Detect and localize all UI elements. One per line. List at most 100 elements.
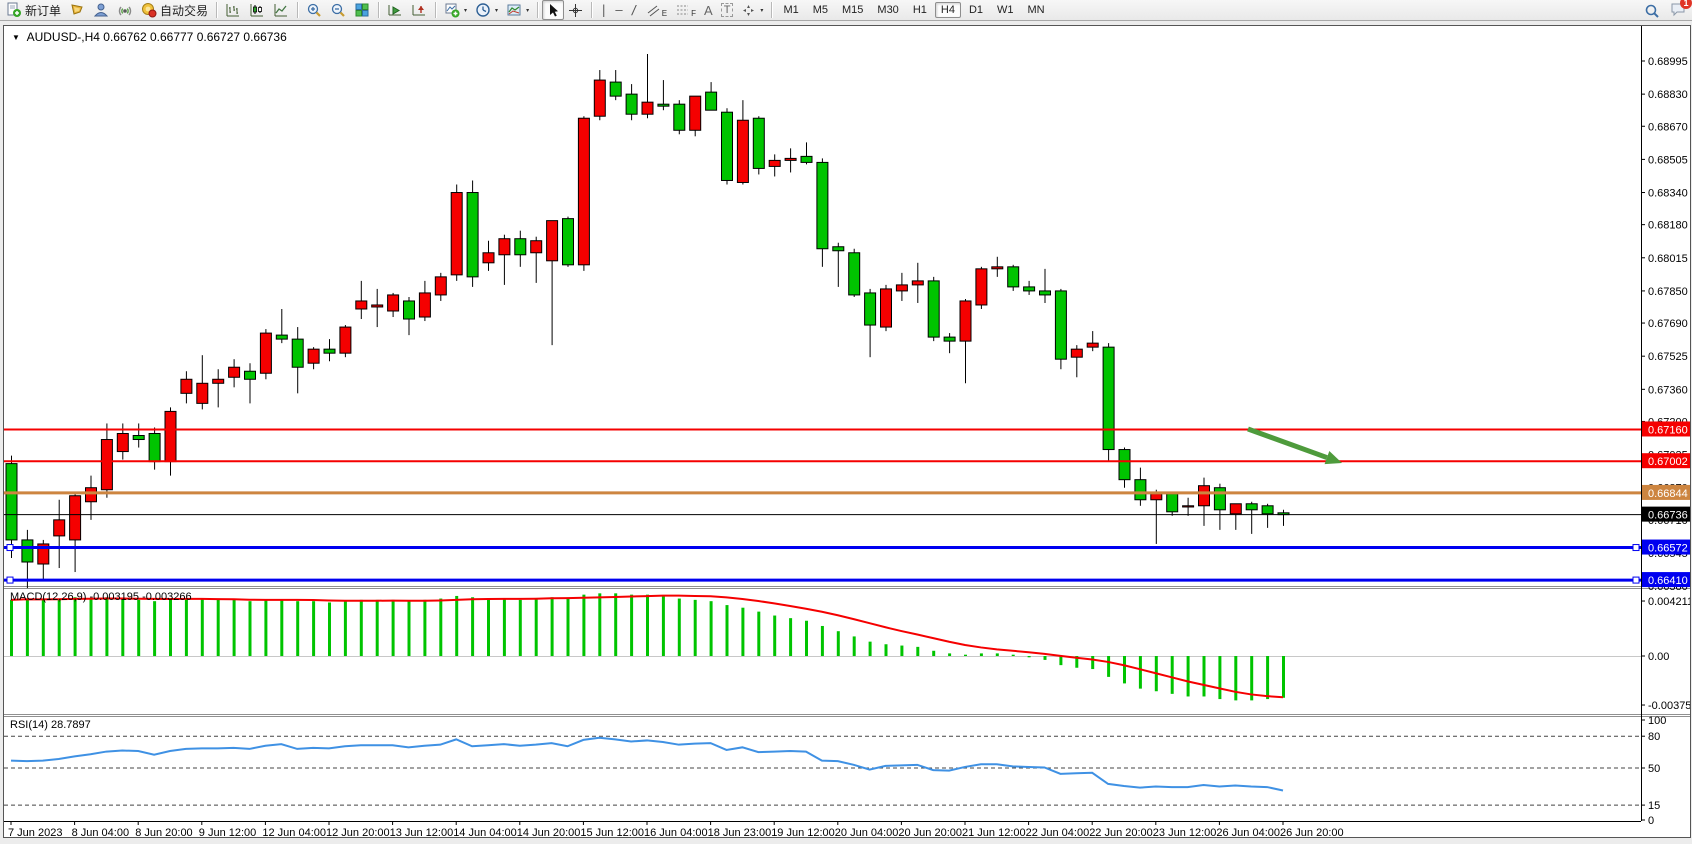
candle-body xyxy=(101,440,112,490)
candlestick-chart-icon xyxy=(249,2,265,18)
candle-body xyxy=(626,94,637,114)
toolbar-separator xyxy=(297,2,298,18)
crosshair-tool-button[interactable] xyxy=(564,0,587,20)
indicators-button[interactable]: ▾ xyxy=(440,0,471,20)
zoom-out-icon xyxy=(330,2,346,18)
candle-body xyxy=(324,349,335,353)
timeframe-d1[interactable]: D1 xyxy=(963,2,989,18)
line-handle[interactable] xyxy=(7,545,13,551)
line-handle[interactable] xyxy=(7,577,13,583)
notifications-button[interactable]: 1 xyxy=(1670,1,1686,20)
periods-button[interactable]: ▾ xyxy=(471,0,502,20)
candle-body xyxy=(1008,267,1019,287)
horizontal-line-tool-button[interactable]: — xyxy=(611,0,626,20)
auto-trading-button[interactable]: 自动交易 xyxy=(137,0,212,20)
horizontal-line-icon: — xyxy=(615,3,622,17)
candle-chart-type-button[interactable] xyxy=(245,0,269,20)
signal-button[interactable] xyxy=(113,0,137,20)
tile-windows-icon xyxy=(354,2,370,18)
time-axis-label: 8 Jun 04:00 xyxy=(72,827,130,837)
candle-body xyxy=(451,193,462,275)
auto-trading-label: 自动交易 xyxy=(160,2,208,19)
toolbar-separator xyxy=(537,2,538,18)
candle-body xyxy=(213,379,224,383)
time-axis-label: 15 Jun 12:00 xyxy=(580,827,644,837)
timeframe-h1[interactable]: H1 xyxy=(907,2,933,18)
auto-scroll-icon xyxy=(387,2,403,18)
timeframe-w1[interactable]: W1 xyxy=(991,2,1020,18)
candle-body xyxy=(1214,488,1225,510)
timeframe-mn[interactable]: MN xyxy=(1022,2,1051,18)
time-axis-label: 26 Jun 20:00 xyxy=(1280,827,1344,837)
timeframe-m15[interactable]: M15 xyxy=(836,2,869,18)
candle-body xyxy=(6,464,17,540)
text-tool-button[interactable]: A xyxy=(700,0,717,20)
time-axis-label: 9 Jun 12:00 xyxy=(199,827,256,837)
new-order-button[interactable]: 新订单 xyxy=(2,0,65,20)
chart-window[interactable]: 0.689950.688300.686700.685050.683400.681… xyxy=(3,25,1691,838)
toolbar-separator xyxy=(435,2,436,18)
gold-badge-button[interactable] xyxy=(65,0,89,20)
arrows-tool-button[interactable]: ▾ xyxy=(737,0,767,20)
search-icon[interactable] xyxy=(1644,3,1660,19)
timeframe-m1[interactable]: M1 xyxy=(777,2,804,18)
rsi-indicator-label: RSI(14) 28.7897 xyxy=(10,719,91,731)
timeframe-m30[interactable]: M30 xyxy=(871,2,904,18)
zoom-in-button[interactable] xyxy=(302,0,326,20)
bar-chart-type-button[interactable] xyxy=(221,0,245,20)
candle-body xyxy=(419,293,430,317)
price-label-chip-text: 0.67002 xyxy=(1648,456,1688,468)
candle-body xyxy=(181,379,192,393)
macd-indicator-label: MACD(12,26,9) -0.003195 -0.003266 xyxy=(10,591,192,603)
zoom-out-button[interactable] xyxy=(326,0,350,20)
rsi-axis-label: 50 xyxy=(1648,763,1660,775)
candle-body xyxy=(149,433,160,461)
candle-body xyxy=(372,305,383,307)
timeframe-group: M1M5M15M30H1H4D1W1MN xyxy=(776,2,1051,18)
channel-e-label: E xyxy=(662,9,667,18)
vertical-line-tool-button[interactable]: | xyxy=(596,0,611,20)
auto-scroll-button[interactable] xyxy=(383,0,407,20)
templates-button[interactable]: ▾ xyxy=(502,0,533,20)
timeframe-h4[interactable]: H4 xyxy=(935,2,961,18)
line-handle[interactable] xyxy=(1633,545,1639,551)
tile-windows-button[interactable] xyxy=(350,0,374,20)
candle-body xyxy=(1055,291,1066,359)
time-axis-label: 7 Jun 2023 xyxy=(8,827,62,837)
timeframe-m5[interactable]: M5 xyxy=(807,2,834,18)
candle-body xyxy=(849,253,860,295)
cursor-tool-button[interactable] xyxy=(542,0,564,20)
template-icon xyxy=(506,2,522,18)
candle-body xyxy=(356,301,367,309)
trendline-tool-button[interactable]: / xyxy=(627,0,642,20)
candle-body xyxy=(70,496,81,540)
candle-body xyxy=(1230,504,1241,514)
line-chart-type-button[interactable] xyxy=(269,0,293,20)
main-toolbar: 新订单 自动交易 xyxy=(0,0,1692,21)
toolbar-separator xyxy=(216,2,217,18)
symbol-dropdown-icon[interactable]: ▼ xyxy=(12,33,20,42)
candle-body xyxy=(260,333,271,373)
symbol-info[interactable]: ▼ AUDUSD-,H4 0.66762 0.66777 0.66727 0.6… xyxy=(12,30,287,44)
candle-body xyxy=(165,411,176,461)
candle-body xyxy=(1262,506,1273,514)
profile-button[interactable] xyxy=(89,0,113,20)
price-label-chip-text: 0.66410 xyxy=(1648,575,1688,587)
fibonacci-f-label: F xyxy=(691,9,696,18)
fibonacci-tool-button[interactable]: F xyxy=(671,0,700,20)
signal-icon xyxy=(117,2,133,18)
candle-body xyxy=(308,349,319,363)
chart-canvas[interactable]: 0.689950.688300.686700.685050.683400.681… xyxy=(4,26,1690,837)
candle-body xyxy=(340,327,351,353)
channel-tool-button[interactable]: E xyxy=(642,0,671,20)
time-axis-label: 22 Jun 04:00 xyxy=(1026,827,1090,837)
candle-body xyxy=(992,267,1003,269)
candle-body xyxy=(1151,494,1162,500)
fibonacci-icon xyxy=(675,3,691,18)
text-label-tool-button[interactable]: T xyxy=(717,0,738,20)
shift-chart-button[interactable] xyxy=(407,0,431,20)
time-axis-label: 22 Jun 20:00 xyxy=(1089,827,1153,837)
time-axis-label: 23 Jun 12:00 xyxy=(1153,827,1217,837)
time-axis-label: 8 Jun 20:00 xyxy=(135,827,193,837)
line-handle[interactable] xyxy=(1633,577,1639,583)
